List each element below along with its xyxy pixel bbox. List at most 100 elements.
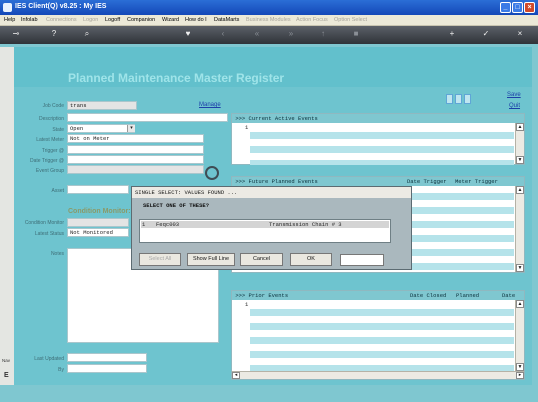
save-link[interactable]: Save xyxy=(507,92,521,98)
column-header: Date Closed xyxy=(410,292,447,299)
scroll-up-icon[interactable]: ▲ xyxy=(516,186,524,194)
document-icon[interactable] xyxy=(446,94,453,104)
close-icon[interactable]: × xyxy=(515,29,525,39)
description-field[interactable] xyxy=(67,113,228,122)
forward-icon[interactable]: » xyxy=(286,29,296,39)
list-item[interactable]: 1 Feqc003 Transmission Chain # 3 xyxy=(141,221,389,228)
back-icon[interactable]: ‹ xyxy=(218,29,228,39)
row-description: Transmission Chain # 3 xyxy=(269,221,342,228)
table-row[interactable] xyxy=(250,160,514,165)
document-icon[interactable] xyxy=(455,94,462,104)
latest-meter-field[interactable]: Not on Meter xyxy=(67,134,204,143)
vertical-scrollbar[interactable]: ▲ ▼ xyxy=(515,300,524,371)
upload-icon[interactable]: ↑ xyxy=(318,29,328,39)
table-row[interactable] xyxy=(250,351,514,358)
condition-monitor-field[interactable] xyxy=(67,218,129,227)
vertical-scrollbar[interactable]: ▲ ▼ xyxy=(515,186,524,272)
column-header: Date xyxy=(502,292,516,299)
table-row[interactable] xyxy=(250,146,514,153)
column-header: Date Trigger xyxy=(407,178,447,185)
show-full-line-button[interactable]: Show Full Line xyxy=(187,253,235,266)
table-row[interactable] xyxy=(250,132,514,139)
state-label: State xyxy=(52,127,64,133)
menu-logoff[interactable]: Logoff xyxy=(105,17,120,23)
scroll-down-icon[interactable]: ▼ xyxy=(516,363,524,371)
menu-companion[interactable]: Companion xyxy=(127,17,155,23)
prior-events-grid[interactable]: >>> Prior Events Date Closed Planned Dat… xyxy=(231,290,525,380)
date-trigger-label: Date Trigger @ xyxy=(30,158,64,164)
side-strip: Nav E xyxy=(0,47,14,385)
menu-datamarts[interactable]: DataMarts xyxy=(214,17,239,23)
app-icon xyxy=(3,3,12,12)
horizontal-scrollbar[interactable]: ◂ ▸ xyxy=(232,371,524,379)
scroll-down-icon[interactable]: ▼ xyxy=(516,264,524,272)
trigger-field[interactable] xyxy=(67,145,204,154)
menu-connections[interactable]: Connections xyxy=(46,17,77,23)
menu-option-select[interactable]: Option Select xyxy=(334,17,367,23)
event-group-field[interactable] xyxy=(67,165,204,174)
scroll-up-icon[interactable]: ▲ xyxy=(516,300,524,308)
document-icon[interactable] xyxy=(464,94,471,104)
maximize-button[interactable]: □ xyxy=(512,2,523,13)
dialog-prompt: SELECT ONE OF THESE? xyxy=(134,201,409,210)
quit-link[interactable]: Quit xyxy=(509,103,520,109)
by-field[interactable] xyxy=(67,364,147,373)
menu-business-modules[interactable]: Business Modules xyxy=(246,17,291,23)
scroll-up-icon[interactable]: ▲ xyxy=(516,123,524,131)
help-icon[interactable]: ? xyxy=(49,29,59,39)
state-select[interactable]: Open xyxy=(67,124,135,133)
table-row[interactable] xyxy=(250,309,514,316)
row-code: Feqc003 xyxy=(156,221,180,228)
menu-logon[interactable]: Logon xyxy=(83,17,98,23)
current-events-header: >>> Current Active Events xyxy=(232,114,524,123)
rewind-icon[interactable]: « xyxy=(252,29,262,39)
event-group-label: Event Group xyxy=(35,168,64,174)
dialog-title: SINGLE SELECT: VALUES FOUND ... xyxy=(132,187,411,198)
minimize-button[interactable]: _ xyxy=(500,2,511,13)
job-code-label: Job Code xyxy=(42,103,64,109)
row-number: 1 xyxy=(142,221,146,228)
dialog-input[interactable] xyxy=(340,254,384,266)
by-label: By xyxy=(58,367,64,373)
asset-field[interactable] xyxy=(67,185,129,194)
menu-infolab[interactable]: Infolab xyxy=(21,17,38,23)
search-icon[interactable] xyxy=(205,166,219,180)
column-header: Planned xyxy=(456,292,480,299)
last-updated-field[interactable] xyxy=(67,353,147,362)
scroll-down-icon[interactable]: ▼ xyxy=(516,156,524,164)
menu-wizard[interactable]: Wizard xyxy=(162,17,179,23)
date-trigger-field[interactable] xyxy=(67,155,204,164)
menu-help[interactable]: Help xyxy=(4,17,15,23)
latest-status-field[interactable]: Not Monitored xyxy=(67,228,129,237)
table-row[interactable] xyxy=(250,337,514,344)
menu-action-focus[interactable]: Action Focus xyxy=(296,17,328,23)
title-bar: IES Client(Q) v8.25 : My IES _ □ × xyxy=(0,0,538,15)
menu-how-do-i[interactable]: How do I xyxy=(185,17,207,23)
stop-icon[interactable]: ■ xyxy=(351,29,361,39)
table-row[interactable] xyxy=(250,323,514,330)
column-header: Meter Trigger xyxy=(455,178,498,185)
last-updated-label: Last Updated xyxy=(34,356,64,362)
results-list[interactable]: 1 Feqc003 Transmission Chain # 3 xyxy=(139,219,391,243)
ok-button[interactable]: OK xyxy=(290,253,332,266)
table-row[interactable] xyxy=(250,153,514,160)
scroll-right-icon[interactable]: ▸ xyxy=(516,372,524,379)
key-icon[interactable]: ⊸ xyxy=(6,29,26,39)
search-icon[interactable]: ⌕ xyxy=(82,29,92,39)
add-icon[interactable]: + xyxy=(447,29,457,39)
description-label: Description xyxy=(38,116,64,122)
scroll-left-icon[interactable]: ◂ xyxy=(232,372,240,379)
current-events-grid[interactable]: >>> Current Active Events 1 ▲ ▼ xyxy=(231,113,525,165)
table-row[interactable] xyxy=(250,139,514,146)
job-code-field[interactable]: trans xyxy=(67,101,137,110)
cancel-button[interactable]: Cancel xyxy=(240,253,283,266)
vertical-scrollbar[interactable]: ▲ ▼ xyxy=(515,123,524,164)
manage-link[interactable]: Manage xyxy=(199,102,221,108)
chevron-down-icon[interactable]: ▾ xyxy=(127,125,135,132)
select-all-button[interactable]: Select All xyxy=(139,253,181,266)
page-title: Planned Maintenance Master Register xyxy=(68,71,285,85)
trigger-label: Trigger @ xyxy=(41,148,64,154)
check-icon[interactable]: ✓ xyxy=(481,29,491,39)
close-window-button[interactable]: × xyxy=(524,2,535,13)
heart-icon[interactable]: ♥ xyxy=(183,29,193,39)
